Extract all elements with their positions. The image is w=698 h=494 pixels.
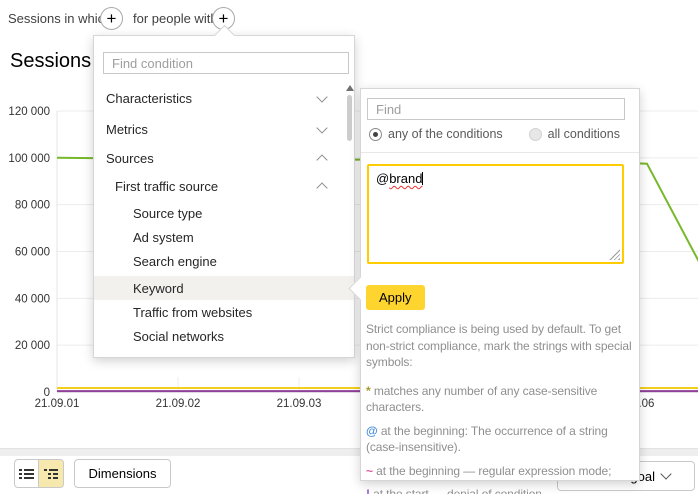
condition-item-source-type[interactable]: Source type: [94, 201, 354, 225]
radio-any-of-the-conditions[interactable]: [369, 128, 382, 141]
condition-item-keyword[interactable]: Keyword: [94, 276, 354, 300]
help-item-text: matches any number of any case-sensitive…: [366, 384, 597, 415]
y-axis-tick-label: 60 000: [15, 247, 50, 259]
chevron-up-icon: [316, 182, 327, 193]
condition-dropdown-panel: Characteristics Metrics Sources First traff…: [93, 35, 355, 358]
condition-list-scrollbar[interactable]: [347, 85, 353, 350]
help-item: @ at the beginning: The occurrence of a …: [366, 423, 634, 456]
radio-all-label: all conditions: [548, 127, 620, 141]
help-item-text: at the beginning — regular expression mo…: [376, 464, 611, 478]
add-session-condition-button[interactable]: +: [100, 7, 123, 30]
keyword-condition-popup: any of the conditions all conditions @br…: [360, 88, 640, 481]
condition-item-label: Ad system: [133, 230, 194, 245]
scrollbar-thumb[interactable]: [347, 95, 352, 141]
resize-grip[interactable]: [609, 249, 620, 260]
condition-item-label: Social networks: [133, 329, 224, 344]
y-axis-tick-label: 120 000: [8, 106, 50, 118]
condition-item-ad-system[interactable]: Ad system: [94, 225, 354, 249]
condition-item-first-traffic-source[interactable]: First traffic source: [94, 174, 354, 198]
condition-item-label: Source type: [133, 206, 202, 221]
radio-all-conditions[interactable]: [529, 128, 542, 141]
page-title: Sessions: [10, 50, 91, 73]
view-toggle-group: [14, 459, 64, 488]
popup-divider: [361, 152, 639, 153]
condition-item-traffic-from-websites[interactable]: Traffic from websites: [94, 300, 354, 324]
x-axis-tick-label: 21.09.01: [35, 398, 80, 410]
scroll-up-icon[interactable]: [346, 85, 354, 91]
help-intro: Strict compliance is being used by defau…: [366, 321, 634, 371]
condition-item-label: First traffic source: [115, 179, 218, 194]
conditions-textarea[interactable]: @brand: [367, 164, 624, 264]
y-axis-tick-label: 40 000: [15, 293, 50, 305]
chevron-down-icon: [316, 122, 327, 133]
tilde-symbol: ~: [366, 464, 373, 478]
text-cursor: [422, 172, 423, 185]
at-symbol: @: [366, 424, 378, 438]
y-axis-tick-label: 20 000: [15, 340, 50, 352]
help-item: ! at the start — denial of condition.: [366, 486, 634, 494]
tree-view-button[interactable]: [39, 459, 64, 488]
condition-item-label: Metrics: [106, 122, 148, 137]
help-item: * matches any number of any case-sensiti…: [366, 383, 634, 416]
y-axis-tick-label: 100 000: [8, 153, 50, 165]
condition-item-label: Traffic from websites: [133, 305, 252, 320]
apply-button[interactable]: Apply: [366, 285, 425, 310]
condition-item-label: Keyword: [133, 281, 184, 296]
list-view-button[interactable]: [14, 459, 39, 488]
exclamation-symbol: !: [366, 487, 370, 494]
sessions-in-which-label: Sessions in which: [8, 11, 111, 26]
condition-item-search-engine[interactable]: Search engine: [94, 249, 354, 273]
chevron-up-icon: [316, 154, 327, 165]
textarea-at-prefix: @: [376, 171, 389, 186]
list-icon: [19, 467, 34, 481]
chevron-down-icon: [316, 91, 327, 102]
textarea-word: brand: [389, 171, 422, 186]
condition-item-label: Sources: [106, 151, 154, 166]
help-text-block: Strict compliance is being used by defau…: [366, 321, 634, 494]
match-mode-radio-row: any of the conditions all conditions: [369, 127, 620, 141]
condition-item-label: Characteristics: [106, 91, 192, 106]
condition-item-label: Search engine: [133, 254, 217, 269]
help-item-text: at the start — denial of condition.: [373, 487, 545, 494]
find-condition-input[interactable]: [103, 52, 349, 74]
tree-icon: [44, 467, 59, 481]
condition-item-characteristics[interactable]: Characteristics: [94, 86, 354, 110]
asterisk-symbol: *: [366, 384, 371, 398]
app-root: 120 000100 00080 00060 00040 00020 00002…: [0, 0, 698, 494]
condition-item-social-networks[interactable]: Social networks: [94, 324, 354, 348]
chevron-down-icon: [660, 468, 671, 479]
dimensions-button[interactable]: Dimensions: [74, 459, 171, 488]
x-axis-tick-label: 21.09.02: [156, 398, 201, 410]
radio-any-label: any of the conditions: [388, 127, 503, 141]
x-axis-tick-label: 21.09.03: [277, 398, 322, 410]
y-axis-tick-label: 80 000: [15, 200, 50, 212]
for-people-with-label: for people with: [133, 11, 218, 26]
condition-item-sources[interactable]: Sources: [94, 146, 354, 170]
condition-item-metrics[interactable]: Metrics: [94, 117, 354, 141]
keyword-find-input[interactable]: [367, 98, 625, 120]
help-item-text: at the beginning: The occurrence of a st…: [366, 424, 608, 455]
help-item: ~ at the beginning — regular expression …: [366, 463, 634, 480]
